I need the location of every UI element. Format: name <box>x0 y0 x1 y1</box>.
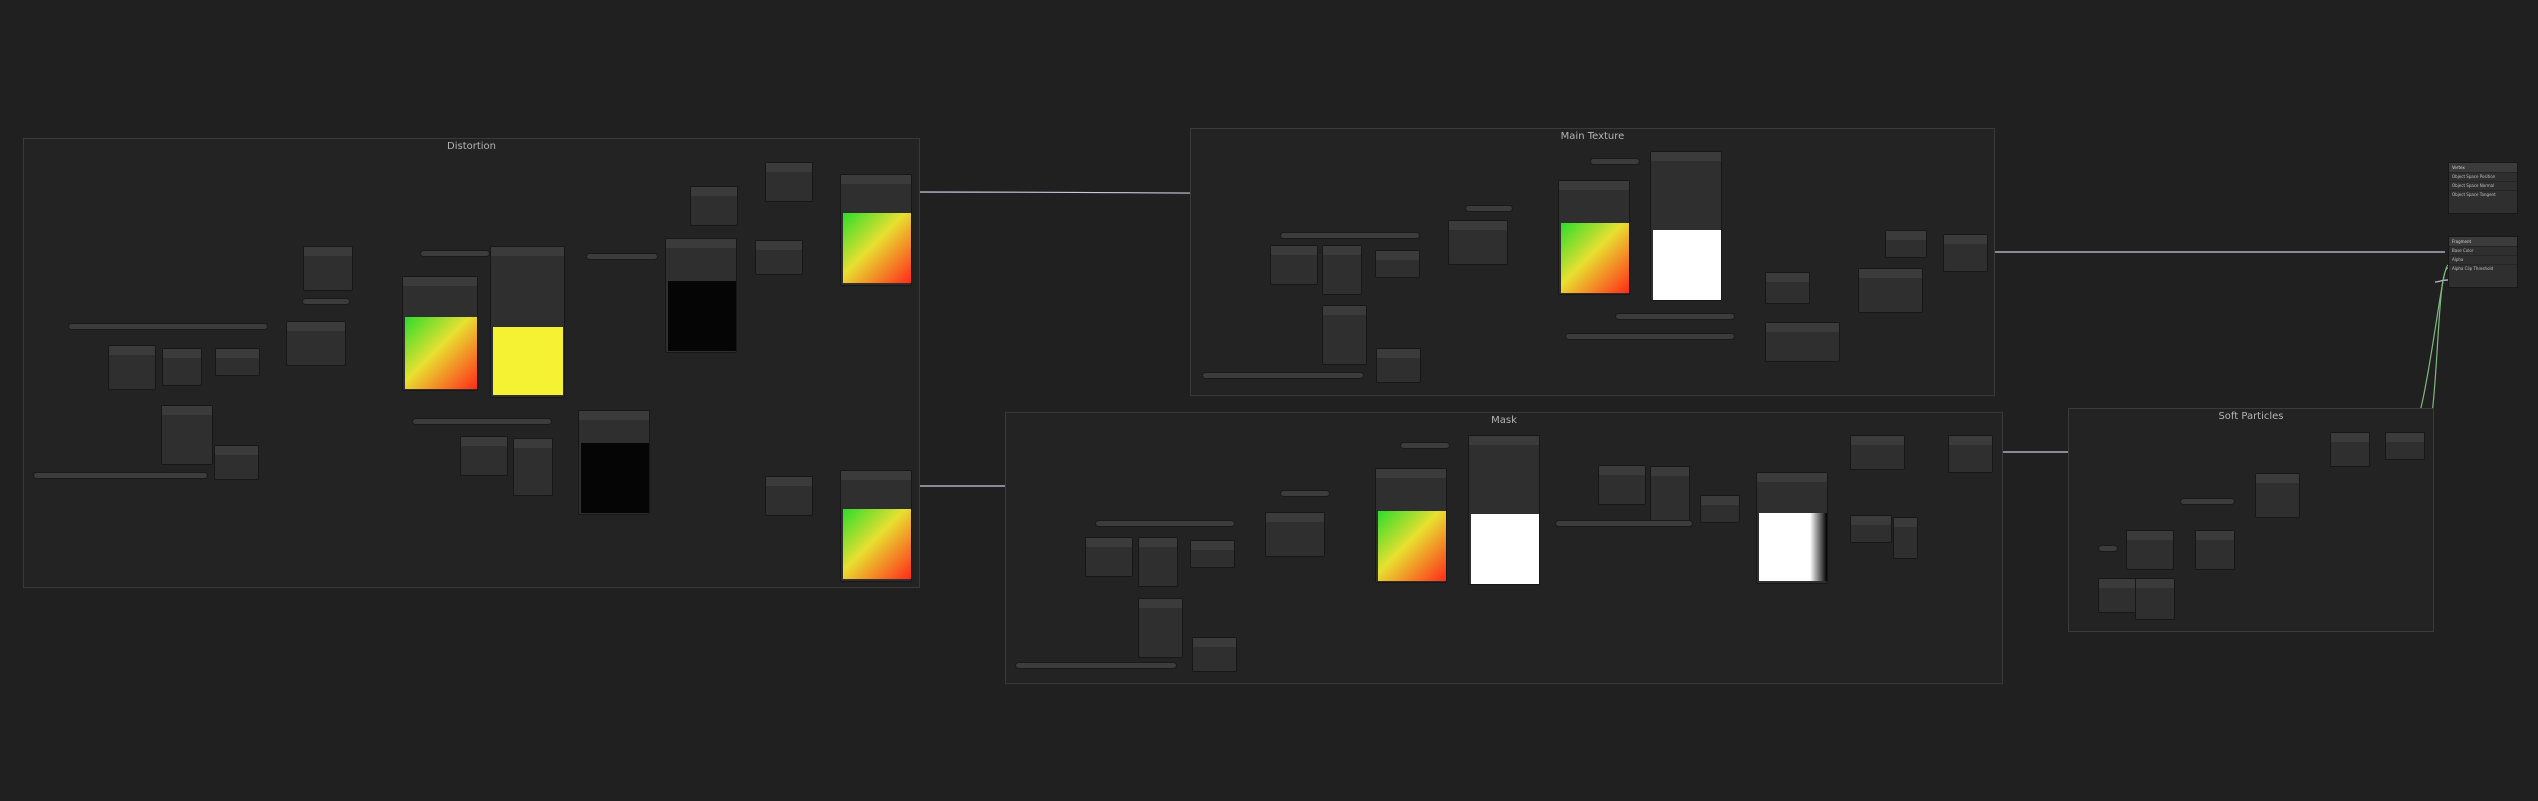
graph-node[interactable] <box>1468 435 1540 585</box>
fragment-title: Fragment <box>2449 237 2517 246</box>
vertex-row-normal[interactable]: Object Space Normal <box>2449 181 2517 190</box>
preview-gradient <box>1378 511 1446 581</box>
graph-node[interactable] <box>303 246 353 291</box>
property-pill[interactable] <box>1615 313 1735 320</box>
group-title-distortion: Distortion <box>447 141 496 152</box>
graph-node[interactable] <box>1650 466 1690 524</box>
graph-node[interactable] <box>1138 537 1178 587</box>
fragment-row-alpha-clip[interactable]: Alpha Clip Threshold <box>2449 264 2517 273</box>
property-pill[interactable] <box>1465 205 1513 212</box>
graph-node[interactable] <box>578 410 650 515</box>
graph-node[interactable] <box>108 345 156 390</box>
graph-node[interactable] <box>286 321 346 366</box>
graph-node[interactable] <box>2330 432 2370 467</box>
vertex-row-position[interactable]: Object Space Position <box>2449 172 2517 181</box>
graph-node[interactable] <box>1943 234 1988 272</box>
preview-black <box>668 281 736 351</box>
property-pill[interactable] <box>1590 158 1640 165</box>
graph-node[interactable] <box>1375 468 1447 583</box>
graph-node[interactable] <box>513 438 553 496</box>
graph-node[interactable] <box>1885 230 1927 258</box>
property-pill[interactable] <box>586 253 658 260</box>
graph-node[interactable] <box>665 238 737 353</box>
graph-node[interactable] <box>1270 245 1318 285</box>
property-pill[interactable] <box>302 298 350 305</box>
graph-node[interactable] <box>1765 272 1810 304</box>
graph-node[interactable] <box>1322 305 1367 365</box>
graph-node[interactable] <box>2135 578 2175 620</box>
graph-node[interactable] <box>1190 540 1235 568</box>
graph-node[interactable] <box>460 436 508 476</box>
property-pill[interactable] <box>1565 333 1735 340</box>
graph-node[interactable] <box>1192 637 1237 672</box>
graph-node[interactable] <box>2195 530 2235 570</box>
graph-node[interactable] <box>1858 268 1923 313</box>
graph-node[interactable] <box>765 162 813 202</box>
property-pill[interactable] <box>1555 520 1693 527</box>
property-pill[interactable] <box>68 323 268 330</box>
graph-node[interactable] <box>765 476 813 516</box>
graph-node[interactable] <box>1700 495 1740 523</box>
graph-node[interactable] <box>1948 435 1993 473</box>
graph-node[interactable] <box>1598 465 1646 505</box>
graph-node[interactable] <box>1322 245 1362 295</box>
fragment-block[interactable]: Fragment Base Color Alpha Alpha Clip Thr… <box>2448 236 2518 288</box>
fragment-row-alpha[interactable]: Alpha <box>2449 255 2517 264</box>
graph-node[interactable] <box>1558 180 1630 295</box>
preview-gradient <box>843 509 911 579</box>
graph-node[interactable] <box>214 445 259 480</box>
graph-node[interactable] <box>1138 598 1183 658</box>
graph-node[interactable] <box>215 348 260 376</box>
property-pill[interactable] <box>1015 662 1177 669</box>
graph-node[interactable] <box>840 470 912 582</box>
preview-gradient <box>1561 223 1629 293</box>
property-pill[interactable] <box>1202 372 1364 379</box>
graph-node[interactable] <box>690 186 738 226</box>
graph-node[interactable] <box>840 174 912 286</box>
graph-node[interactable] <box>1765 322 1840 362</box>
preview-white <box>1471 514 1539 584</box>
vertex-title: Vertex <box>2449 163 2517 172</box>
graph-node[interactable] <box>1265 512 1325 557</box>
graph-node[interactable] <box>1085 537 1133 577</box>
vertex-row-tangent[interactable]: Object Space Tangent <box>2449 190 2517 199</box>
preview-white <box>1653 230 1721 300</box>
graph-node[interactable] <box>162 348 202 386</box>
graph-node[interactable] <box>755 240 803 275</box>
property-pill[interactable] <box>1400 442 1450 449</box>
graph-node[interactable] <box>1376 348 1421 383</box>
preview-fade <box>1759 513 1827 581</box>
graph-node[interactable] <box>1448 220 1508 265</box>
graph-node[interactable] <box>161 405 213 465</box>
graph-node[interactable] <box>1850 515 1892 543</box>
preview-gradient <box>405 317 477 389</box>
property-pill[interactable] <box>2098 545 2118 552</box>
graph-node[interactable] <box>1650 151 1722 301</box>
group-title-soft-particles: Soft Particles <box>2218 411 2284 422</box>
graph-node[interactable] <box>490 246 565 398</box>
graph-node[interactable] <box>1756 472 1828 584</box>
graph-node[interactable] <box>1893 517 1918 559</box>
preview-gradient <box>843 213 911 283</box>
property-pill[interactable] <box>2180 498 2235 505</box>
graph-node[interactable] <box>402 276 478 391</box>
graph-node[interactable] <box>2255 473 2300 518</box>
property-pill[interactable] <box>33 472 208 479</box>
graph-node[interactable] <box>1375 250 1420 278</box>
group-title-main-texture: Main Texture <box>1560 131 1625 142</box>
graph-node[interactable] <box>1850 435 1905 470</box>
property-pill[interactable] <box>412 418 552 425</box>
property-pill[interactable] <box>1280 490 1330 497</box>
preview-yellow <box>493 327 563 395</box>
property-pill[interactable] <box>420 250 490 257</box>
graph-node[interactable] <box>2126 530 2174 570</box>
group-title-mask: Mask <box>1491 415 1517 426</box>
vertex-block[interactable]: Vertex Object Space Position Object Spac… <box>2448 162 2518 214</box>
property-pill[interactable] <box>1095 520 1235 527</box>
preview-black <box>581 443 649 513</box>
property-pill[interactable] <box>1280 232 1420 239</box>
fragment-row-base-color[interactable]: Base Color <box>2449 246 2517 255</box>
graph-node[interactable] <box>2385 432 2425 460</box>
